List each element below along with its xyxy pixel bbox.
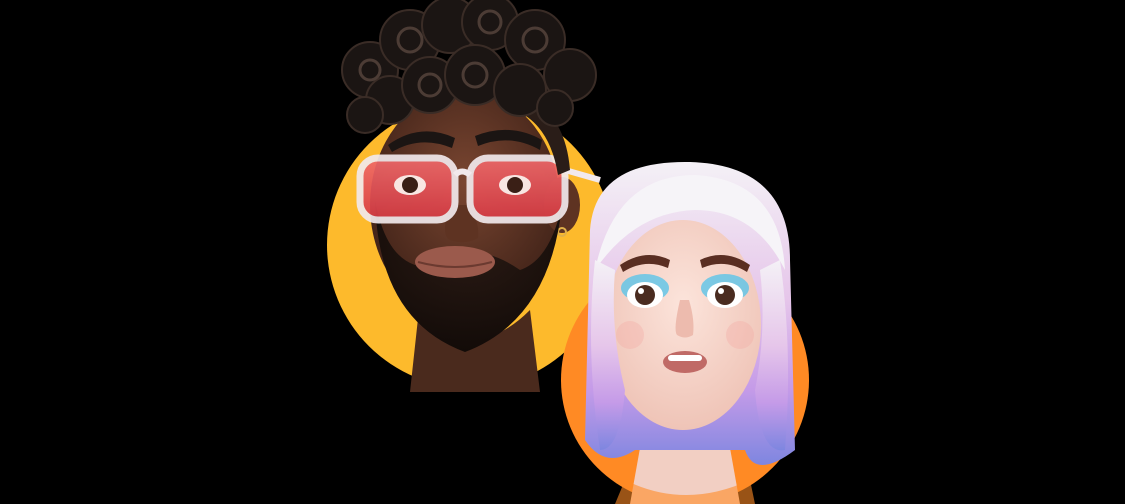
female-memoji-avatar [555,150,835,504]
female-memoji-icon [561,161,809,504]
memoji-stage [0,0,1125,504]
